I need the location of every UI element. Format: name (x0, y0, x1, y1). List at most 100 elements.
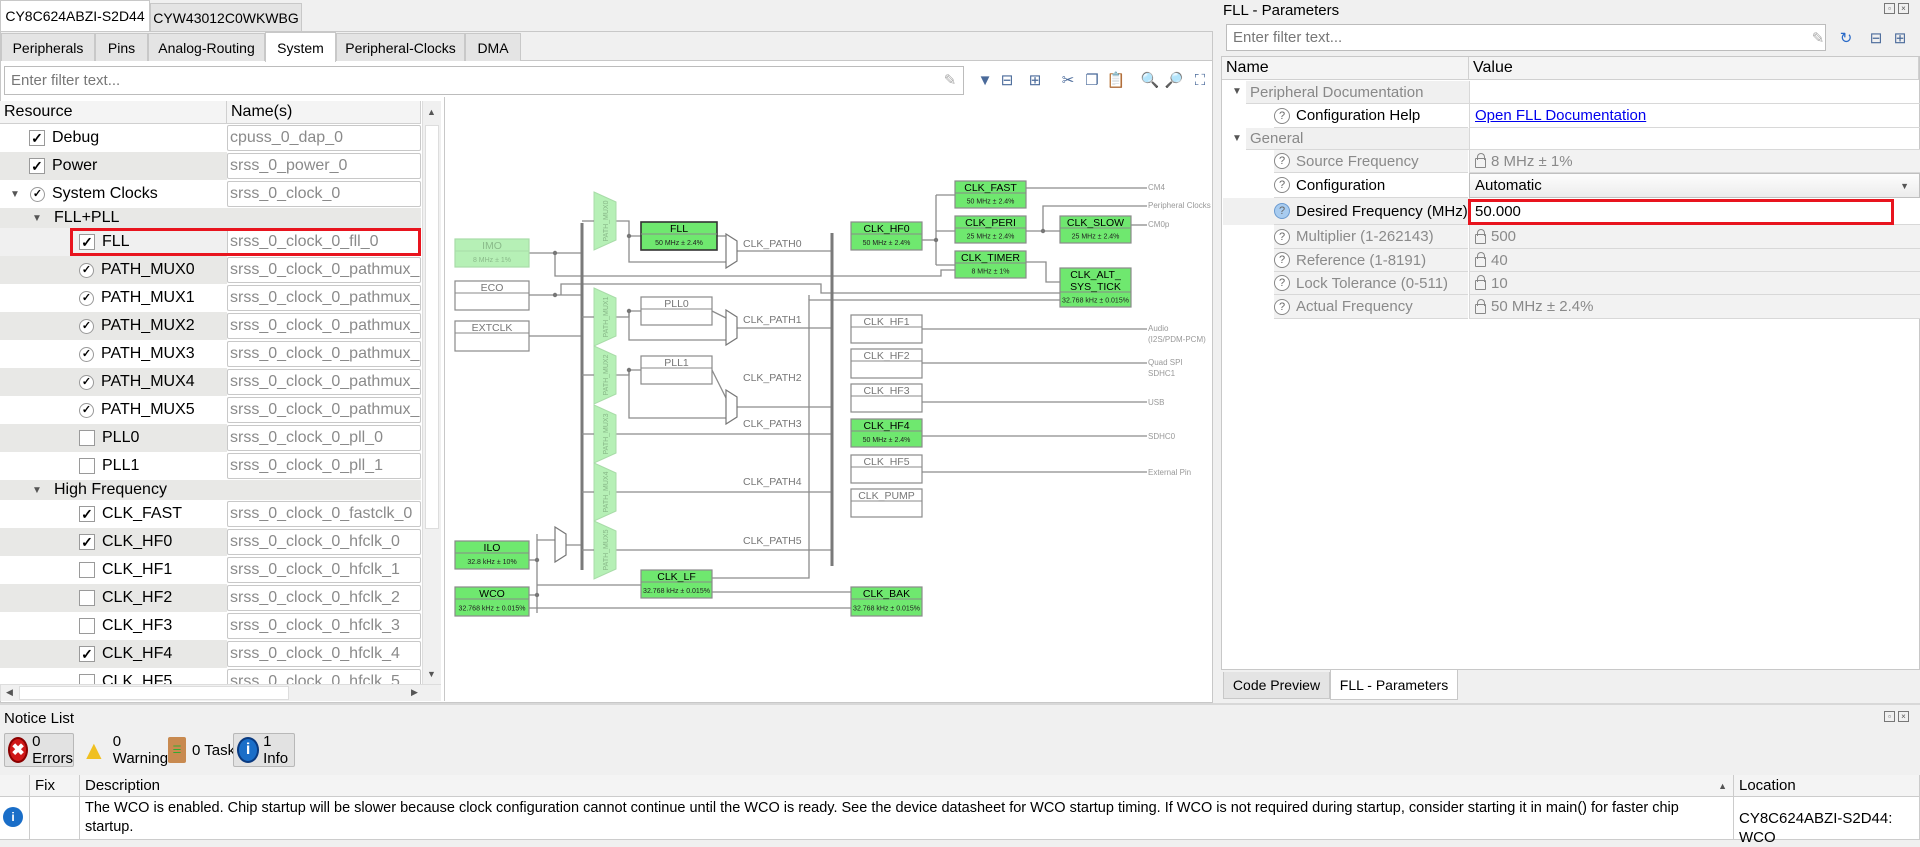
instance-name-field[interactable]: srss_0_clock_0_pathmux_0 (227, 257, 421, 283)
tab-system[interactable]: System (265, 32, 336, 62)
tasks-filter-button[interactable]: ☰ 0 Tasks (164, 733, 244, 767)
help-icon[interactable]: ? (1274, 107, 1290, 124)
instance-name-field[interactable]: srss_0_clock_0_hfclk_0 (227, 529, 421, 555)
param-row[interactable]: ? Actual Frequency 50 MHz ± 2.4% (1223, 295, 1920, 319)
tab-peripheral-clocks[interactable]: Peripheral-Clocks (336, 33, 465, 61)
tree-row[interactable]: ✓ FLL srss_0_clock_0_fll_0 (0, 228, 421, 256)
column-header-resource[interactable]: Resource (0, 101, 227, 124)
param-row[interactable]: ? Configuration Automatic ▼ (1223, 173, 1920, 198)
zoom-in-icon[interactable]: 🔍 (1140, 70, 1160, 90)
instance-name-field[interactable]: srss_0_clock_0_hfclk_4 (227, 641, 421, 667)
block-fll[interactable]: FLL 50 MHz ± 2.4% (640, 221, 718, 251)
block-clk_bak[interactable]: CLK_BAK 32.768 kHz ± 0.015% (850, 586, 923, 617)
instance-name-field[interactable]: srss_0_clock_0_pll_0 (227, 425, 421, 451)
checkbox[interactable]: ✓ (79, 506, 95, 522)
param-row[interactable]: ? Source Frequency 8 MHz ± 1% (1223, 150, 1920, 173)
expand-arrow-icon[interactable]: ▼ (1232, 133, 1246, 144)
checkbox[interactable]: ✓ (79, 534, 95, 550)
expand-arrow-icon[interactable]: ▼ (1232, 86, 1246, 97)
scroll-left-icon[interactable]: ◀ (6, 687, 13, 698)
splitter[interactable] (0, 703, 1920, 705)
column-header-description[interactable]: Description ▲ (80, 775, 1734, 797)
tree-row[interactable]: PLL0 srss_0_clock_0_pll_0 (0, 424, 421, 452)
locked-checkbox-icon[interactable]: ✓ (79, 318, 94, 334)
checkbox[interactable] (79, 674, 95, 684)
instance-name-field[interactable]: srss_0_clock_0_pathmux_3 (227, 341, 421, 367)
param-value-cell[interactable]: Automatic ▼ (1469, 173, 1920, 198)
checkbox[interactable]: ✓ (29, 158, 45, 174)
expand-arrow-icon[interactable]: ▼ (32, 485, 46, 496)
tab-peripherals[interactable]: Peripherals (1, 33, 95, 61)
locked-checkbox-icon[interactable]: ✓ (79, 262, 94, 278)
tree-row[interactable]: ▼ ✓ System Clocks srss_0_clock_0 (0, 180, 421, 208)
checkbox[interactable] (79, 458, 95, 474)
left-filter-input[interactable]: Enter filter text... (4, 66, 964, 95)
instance-name-field[interactable]: srss_0_clock_0_pll_1 (227, 453, 421, 479)
block-clk_timer[interactable]: CLK_TIMER 8 MHz ± 1% (954, 250, 1027, 279)
collapse-all-icon[interactable]: ⊟ (1866, 28, 1886, 48)
instance-name-field[interactable]: srss_0_clock_0_pathmux_5 (227, 397, 421, 423)
scroll-thumb[interactable] (425, 125, 439, 529)
tree-vertical-scrollbar[interactable]: ▲ ▼ (422, 101, 441, 684)
tree-row[interactable]: CLK_HF3 srss_0_clock_0_hfclk_3 (0, 612, 421, 640)
notice-location[interactable]: CY8C624ABZI-S2D44: WCO (1734, 797, 1920, 846)
block-imo[interactable]: IMO 8 MHz ± 1% (454, 238, 530, 268)
param-value-cell[interactable]: Open FLL Documentation (1469, 104, 1920, 128)
param-row[interactable]: ? Reference (1-8191) 40 (1223, 249, 1920, 272)
tree-row[interactable]: ✓ PATH_MUX4 srss_0_clock_0_pathmux_4 (0, 368, 421, 396)
params-group[interactable]: ▼ Peripheral Documentation (1223, 81, 1920, 104)
errors-filter-button[interactable]: ✖ 0 Errors (4, 733, 74, 767)
checkbox[interactable] (79, 562, 95, 578)
help-icon[interactable]: ? (1274, 153, 1290, 169)
param-row[interactable]: ? Lock Tolerance (0-511) 10 (1223, 272, 1920, 295)
tab-pins[interactable]: Pins (95, 33, 148, 61)
paste-icon[interactable]: 📋 (1106, 70, 1126, 90)
tree-row[interactable]: PLL1 srss_0_clock_0_pll_1 (0, 452, 421, 480)
clear-filter-icon[interactable]: ✎ (940, 70, 960, 90)
tree-row[interactable]: ✓ PATH_MUX5 srss_0_clock_0_pathmux_5 (0, 396, 421, 424)
instance-name-field[interactable]: srss_0_clock_0_hfclk_2 (227, 585, 421, 611)
tree-row[interactable]: ✓ PATH_MUX0 srss_0_clock_0_pathmux_0 (0, 256, 421, 284)
block-pll0[interactable]: PLL0 (640, 296, 713, 326)
instance-name-field[interactable]: srss_0_clock_0 (227, 181, 421, 207)
locked-checkbox-icon[interactable]: ✓ (79, 402, 94, 418)
path-mux-3[interactable]: PATH_MUX3 (582, 404, 617, 464)
help-icon[interactable]: ? (1274, 298, 1290, 315)
param-row[interactable]: ? Multiplier (1-262143) 500 (1223, 225, 1920, 249)
block-extclk[interactable]: EXTCLK (454, 320, 530, 352)
block-clk_hf5[interactable]: CLK_HF5 (850, 454, 923, 484)
checkbox[interactable]: ✓ (29, 130, 45, 146)
column-header-icon[interactable] (0, 775, 30, 797)
expand-arrow-icon[interactable]: ▼ (10, 189, 24, 200)
column-header-fix[interactable]: Fix (30, 775, 80, 797)
scroll-down-icon[interactable]: ▼ (427, 669, 436, 679)
instance-name-field[interactable]: srss_0_power_0 (227, 153, 421, 179)
block-clk_fast[interactable]: CLK_FAST 50 MHz ± 2.4% (954, 180, 1027, 209)
column-header-names[interactable]: Name(s) (227, 101, 421, 124)
info-filter-button[interactable]: i1 Info (233, 733, 295, 767)
path-mux-2[interactable]: PATH_MUX2 (582, 345, 617, 405)
desired-frequency-input[interactable]: 50.000 (1475, 203, 1521, 220)
copy-icon[interactable]: ❐ (1082, 70, 1102, 90)
restore-icon[interactable]: ▫ (1884, 3, 1895, 14)
param-row[interactable]: ? Configuration Help Open FLL Documentatio… (1223, 104, 1920, 128)
tree-horizontal-scrollbar[interactable]: ◀ ▶ (0, 684, 441, 701)
block-ilo[interactable]: ILO 32.8 kHz ± 10% (454, 540, 530, 570)
tree-row[interactable]: CLK_HF1 srss_0_clock_0_hfclk_1 (0, 556, 421, 584)
instance-name-field[interactable]: srss_0_clock_0_fll_0 (227, 229, 421, 255)
params-group[interactable]: ▼ General (1223, 128, 1920, 150)
path-mux-4[interactable]: PATH_MUX4 (582, 462, 617, 522)
tree-row[interactable]: ✓ PATH_MUX1 srss_0_clock_0_pathmux_1 (0, 284, 421, 312)
collapse-all-icon[interactable]: ⊟ (997, 70, 1017, 90)
notice-fix-cell[interactable] (30, 797, 80, 840)
checkbox[interactable]: ✓ (79, 234, 95, 250)
help-icon[interactable]: ? (1274, 228, 1290, 245)
locked-checkbox-icon[interactable]: ✓ (79, 290, 94, 306)
tree-row[interactable]: ✓ Power srss_0_power_0 (0, 152, 421, 180)
restore-icon[interactable]: ▫ (1884, 711, 1895, 722)
block-clk_hf1[interactable]: CLK_HF1 (850, 314, 923, 344)
scroll-up-icon[interactable]: ▲ (427, 107, 436, 117)
block-clk_lf[interactable]: CLK_LF 32.768 kHz ± 0.015% (640, 569, 713, 599)
expand-all-icon[interactable]: ⊞ (1025, 70, 1045, 90)
tab-dma[interactable]: DMA (465, 33, 521, 61)
